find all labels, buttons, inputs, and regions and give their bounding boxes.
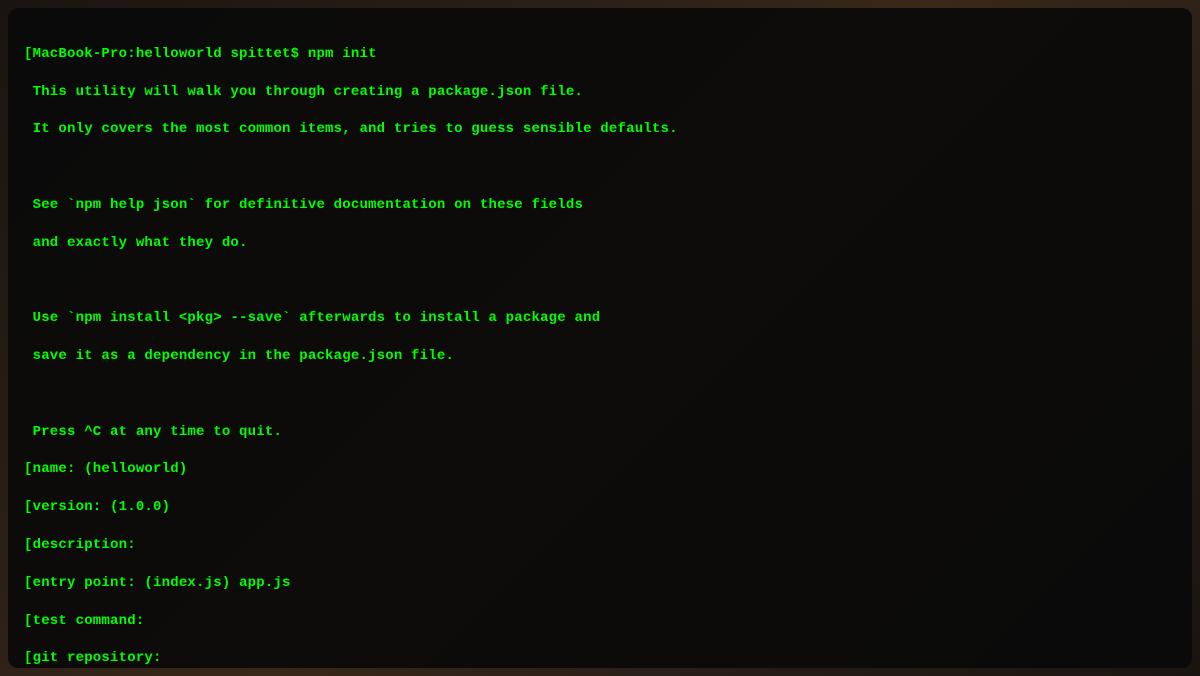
- npm-prompt-description: [description:: [24, 536, 1176, 555]
- output-line: It only covers the most common items, an…: [24, 120, 1176, 139]
- npm-prompt-gitrepo: [git repository:: [24, 649, 1176, 668]
- output-line: See `npm help json` for definitive docum…: [24, 196, 1176, 215]
- output-blank: [24, 158, 1176, 177]
- output-line: This utility will walk you through creat…: [24, 83, 1176, 102]
- npm-prompt-name: [name: (helloworld): [24, 460, 1176, 479]
- prompt-line-1: [MacBook-Pro:helloworld spittet$ npm ini…: [24, 45, 1176, 64]
- npm-prompt-version: [version: (1.0.0): [24, 498, 1176, 517]
- output-line: and exactly what they do.: [24, 234, 1176, 253]
- terminal-output: [MacBook-Pro:helloworld spittet$ npm ini…: [24, 26, 1176, 668]
- prompt-bracket: [: [24, 46, 33, 62]
- output-line: Use `npm install <pkg> --save` afterward…: [24, 309, 1176, 328]
- output-line: Press ^C at any time to quit.: [24, 423, 1176, 442]
- npm-prompt-entrypoint: [entry point: (index.js) app.js: [24, 574, 1176, 593]
- terminal-window[interactable]: [MacBook-Pro:helloworld spittet$ npm ini…: [8, 8, 1192, 668]
- output-blank: [24, 272, 1176, 291]
- command-text: npm init: [308, 46, 377, 62]
- prompt-text: MacBook-Pro:helloworld spittet$: [33, 46, 308, 62]
- output-line: save it as a dependency in the package.j…: [24, 347, 1176, 366]
- output-blank: [24, 385, 1176, 404]
- npm-prompt-testcmd: [test command:: [24, 612, 1176, 631]
